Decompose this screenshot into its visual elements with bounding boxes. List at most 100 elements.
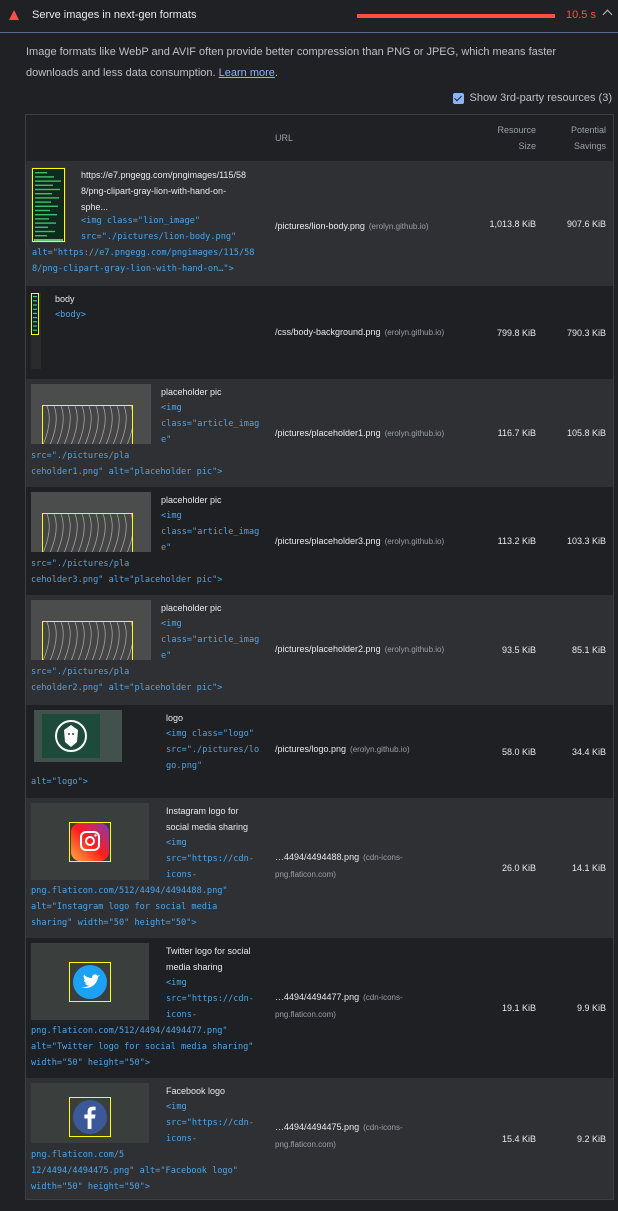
node-snippet[interactable]: e" <box>161 432 171 448</box>
node-snippet[interactable]: width="50" height="50"> <box>31 1055 150 1071</box>
table-row: https://e7.pngegg.com/pngimages/115/58 8/… <box>26 161 613 286</box>
node-snippet[interactable]: <img <box>161 616 182 632</box>
image-highlight <box>42 621 133 660</box>
node-snippet[interactable]: <img <box>161 400 182 416</box>
node-snippet[interactable]: 12/4494/4494475.png" alt="Facebook logo" <box>31 1163 238 1179</box>
node-snippet[interactable]: ceholder2.png" alt="placeholder pic"> <box>31 680 222 696</box>
node-label: placeholder pic <box>161 387 222 397</box>
node-snippet[interactable]: go.png" <box>166 758 202 774</box>
node-snippet[interactable]: alt="logo"> <box>31 774 88 790</box>
node-snippet[interactable]: class="article_imag <box>161 524 259 540</box>
node-label: https://e7.pngegg.com/pngimages/115/58 <box>81 170 246 180</box>
node-snippet[interactable]: <img <box>161 508 182 524</box>
resource-url[interactable]: /pictures/lion-body.png (erolyn.github.io… <box>275 218 428 235</box>
table-row: Instagram logo for social media sharing <i… <box>26 798 613 938</box>
node-snippet[interactable]: ceholder1.png" alt="placeholder pic"> <box>31 464 222 480</box>
node-snippet[interactable]: png.flaticon.com/512/4494/4494488.png" <box>31 883 228 899</box>
fail-triangle-icon <box>9 10 19 20</box>
third-party-toggle[interactable]: Show 3rd-party resources (3) <box>452 92 612 104</box>
potential-savings: 907.6 KiB <box>566 218 606 229</box>
image-highlight <box>69 822 111 862</box>
resource-url[interactable]: /pictures/placeholder2.png (erolyn.github… <box>275 641 444 658</box>
node-snippet[interactable]: icons- <box>166 1007 197 1023</box>
resource-url[interactable]: /css/body-background.png (erolyn.github.i… <box>275 324 444 341</box>
resource-size: 93.5 KiB <box>501 645 536 655</box>
node-snippet[interactable]: alt="Instagram logo for social media <box>31 899 217 915</box>
node-snippet[interactable]: <body> <box>55 307 86 323</box>
node-snippet[interactable]: class="article_imag <box>161 416 259 432</box>
node-snippet[interactable]: src="https://cdn- <box>166 851 254 867</box>
node-snippet[interactable]: png.flaticon.com/5 <box>31 1147 124 1163</box>
node-snippet[interactable]: <img <box>166 1099 187 1115</box>
node-snippet[interactable]: src="./pictures/pla <box>31 664 129 680</box>
node-label: Facebook logo <box>166 1086 226 1096</box>
url-host-cont: png.flaticon.com) <box>275 1140 336 1149</box>
url-path[interactable]: /pictures/lion-body.png <box>275 221 365 231</box>
resource-size: 15.4 KiB <box>501 1133 536 1144</box>
node-snippet[interactable]: src="./pictures/pla <box>31 448 129 464</box>
resource-size: 19.1 KiB <box>501 1003 536 1013</box>
url-path[interactable]: /pictures/placeholder1.png <box>275 428 381 438</box>
audit-description: Image formats like WebP and AVIF often p… <box>26 46 557 79</box>
url-host: (erolyn.github.io) <box>384 645 445 654</box>
node-snippet[interactable]: src="./pictures/pla <box>31 556 129 572</box>
table-header: URL Resource Size Potential Savings <box>26 115 613 161</box>
url-host: (erolyn.github.io) <box>384 429 445 438</box>
node-snippet[interactable]: alt="Twitter logo for social media shari… <box>31 1039 253 1055</box>
image-thumbnail <box>34 710 122 762</box>
resource-url[interactable]: /pictures/placeholder3.png (erolyn.github… <box>275 533 444 550</box>
node-snippet[interactable]: <img <box>166 975 187 991</box>
node-snippet[interactable]: ceholder3.png" alt="placeholder pic"> <box>31 572 222 588</box>
node-snippet[interactable]: src="https://cdn- <box>166 991 254 1007</box>
node-snippet[interactable]: icons- <box>166 1131 197 1147</box>
node-snippet[interactable]: e" <box>161 540 171 556</box>
url-path[interactable]: …4494/4494475.png <box>275 1122 359 1132</box>
image-thumbnail <box>31 167 66 243</box>
resource-size: 1,013.8 KiB <box>489 218 536 229</box>
image-thumbnail <box>31 943 149 1020</box>
image-highlight <box>42 405 133 444</box>
chevron-up-icon[interactable] <box>602 9 613 20</box>
image-highlight <box>42 513 133 552</box>
image-thumbnail <box>31 1083 149 1143</box>
potential-savings: 9.2 KiB <box>576 1133 606 1144</box>
table-row: placeholder pic <img class="article_imag e"… <box>26 379 613 487</box>
node-snippet[interactable]: e" <box>161 648 171 664</box>
resource-url[interactable]: …4494/4494475.png (cdn-icons-png.flaticon… <box>275 1119 403 1153</box>
url-path[interactable]: /pictures/placeholder3.png <box>275 536 381 546</box>
node-snippet[interactable]: <img class="lion_image" <box>81 213 200 229</box>
node-snippet[interactable]: icons- <box>166 867 197 883</box>
node-snippet[interactable]: <img class="logo" <box>166 726 254 742</box>
url-path[interactable]: /pictures/logo.png <box>275 744 346 754</box>
url-path[interactable]: /pictures/placeholder2.png <box>275 644 381 654</box>
resource-url[interactable]: /pictures/logo.png (erolyn.github.io) <box>275 741 410 758</box>
potential-savings: 9.9 KiB <box>576 1003 606 1013</box>
url-path[interactable]: …4494/4494477.png <box>275 992 359 1002</box>
url-path[interactable]: /css/body-background.png <box>275 327 381 337</box>
checkbox-checked-icon[interactable] <box>452 92 464 104</box>
node-snippet[interactable]: png.flaticon.com/512/4494/4494477.png" <box>31 1023 228 1039</box>
resource-url[interactable]: …4494/4494488.png (cdn-icons-png.flaticon… <box>275 849 403 883</box>
node-snippet[interactable]: width="50" height="50"> <box>31 1179 150 1195</box>
audit-title: Serve images in next-gen formats <box>32 9 197 21</box>
node-snippet[interactable]: alt="https://e7.pngegg.com/pngimages/115… <box>32 245 254 261</box>
url-path[interactable]: …4494/4494488.png <box>275 852 359 862</box>
resources-table: URL Resource Size Potential Savings http… <box>25 114 614 1200</box>
node-snippet[interactable]: <img <box>166 835 187 851</box>
node-snippet[interactable]: src="https://cdn- <box>166 1115 254 1131</box>
node-snippet[interactable]: 8/png-clipart-gray-lion-with-hand-on…"> <box>32 261 234 277</box>
header-size-1: Resource <box>497 125 536 135</box>
node-label: body <box>55 294 75 304</box>
url-host-cont: png.flaticon.com) <box>275 1010 336 1019</box>
learn-more-link[interactable]: Learn more <box>219 67 275 79</box>
audit-header[interactable]: Serve images in next-gen formats 10.5 s <box>0 0 618 33</box>
resource-url[interactable]: …4494/4494477.png (cdn-icons-png.flaticon… <box>275 989 403 1023</box>
description-text: Image formats like WebP and AVIF often p… <box>26 46 557 79</box>
node-snippet[interactable]: src="./pictures/lion-body.png" <box>81 229 236 245</box>
image-highlight <box>32 168 65 242</box>
node-snippet[interactable]: class="article_imag <box>161 632 259 648</box>
image-highlight <box>42 714 100 758</box>
node-snippet[interactable]: sharing" width="50" height="50"> <box>31 915 197 931</box>
resource-url[interactable]: /pictures/placeholder1.png (erolyn.github… <box>275 425 444 442</box>
node-snippet[interactable]: src="./pictures/lo <box>166 742 259 758</box>
